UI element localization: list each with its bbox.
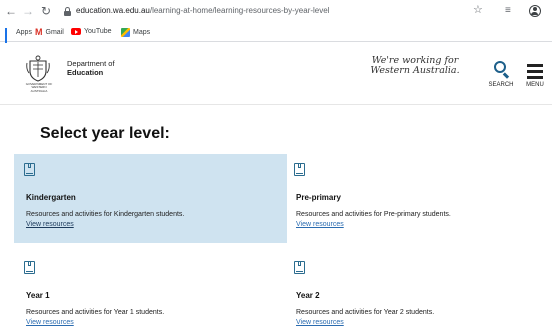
view-resources-link[interactable]: View resources (296, 221, 344, 228)
reading-list-icon[interactable]: ≡ (505, 6, 511, 16)
year-card-kindergarten[interactable]: Kindergarten Resources and activities fo… (14, 154, 287, 243)
back-arrow-icon[interactable]: ← (5, 5, 17, 17)
lock-icon[interactable] (64, 7, 71, 16)
card-title: Pre-primary (296, 193, 341, 202)
maps-icon (121, 28, 130, 37)
department-name[interactable]: Department of Education (67, 59, 115, 77)
book-icon (294, 261, 305, 274)
department-line-2: Education (67, 68, 104, 77)
address-bar[interactable]: education.wa.edu.au/learning-at-home/lea… (62, 3, 532, 21)
bookmark-label: YouTube (84, 28, 112, 35)
bookmark-label: Gmail (45, 29, 64, 36)
site-header: GOVERNMENT OF WESTERN AUSTRALIA Departme… (0, 43, 552, 105)
youtube-icon (71, 28, 81, 35)
wa-government-crest-icon[interactable] (26, 55, 50, 83)
card-title: Year 2 (296, 291, 320, 300)
slogan: We're working for Western Australia. (370, 55, 460, 76)
bookmark-gmail[interactable]: M Gmail (35, 28, 64, 37)
profile-avatar-icon[interactable] (529, 5, 541, 17)
menu-label: MENU (526, 82, 544, 88)
book-icon (24, 163, 35, 176)
url-text[interactable]: education.wa.edu.au/learning-at-home/lea… (76, 6, 329, 15)
card-title: Kindergarten (26, 193, 76, 202)
card-description: Resources and activities for Kindergarte… (26, 211, 185, 218)
view-resources-link[interactable]: View resources (26, 319, 74, 326)
crest-caption: GOVERNMENT OF WESTERN AUSTRALIA (25, 82, 53, 93)
bookmark-apps[interactable]: Apps (5, 28, 32, 46)
url-path: /learning-at-home/learning-resources-by-… (149, 6, 330, 15)
card-description: Resources and activities for Pre-primary… (296, 211, 451, 218)
card-description: Resources and activities for Year 1 stud… (26, 309, 165, 316)
bookmark-maps[interactable]: Maps (121, 28, 150, 37)
book-icon (294, 163, 305, 176)
year-card-year-2[interactable]: Year 2 Resources and activities for Year… (284, 252, 552, 336)
card-description: Resources and activities for Year 2 stud… (296, 309, 435, 316)
browser-toolbar: ← → ↻ education.wa.edu.au/learning-at-ho… (0, 0, 552, 24)
url-host: education.wa.edu.au (76, 6, 150, 15)
department-line-1: Department of (67, 59, 115, 68)
year-card-pre-primary[interactable]: Pre-primary Resources and activities for… (284, 154, 552, 243)
page-title: Select year level: (40, 125, 170, 142)
apps-grid-icon (5, 28, 13, 46)
bookmark-label: Maps (133, 29, 151, 36)
card-title: Year 1 (26, 291, 50, 300)
search-label: SEARCH (488, 82, 514, 88)
view-resources-link[interactable]: View resources (26, 221, 74, 228)
bookmark-star-icon[interactable]: ☆ (473, 5, 483, 16)
menu-button[interactable]: MENU (524, 62, 546, 92)
bookmark-youtube[interactable]: YouTube (71, 28, 112, 35)
book-icon (24, 261, 35, 274)
search-button[interactable]: SEARCH (487, 61, 515, 91)
reload-icon[interactable]: ↻ (40, 5, 52, 17)
bookmarks-bar: Apps M Gmail YouTube Maps (0, 24, 552, 46)
view-resources-link[interactable]: View resources (296, 319, 344, 326)
year-card-year-1[interactable]: Year 1 Resources and activities for Year… (14, 252, 287, 336)
forward-arrow-icon[interactable]: → (22, 5, 34, 17)
gmail-icon: M (35, 27, 43, 37)
bookmark-label: Apps (16, 28, 32, 36)
